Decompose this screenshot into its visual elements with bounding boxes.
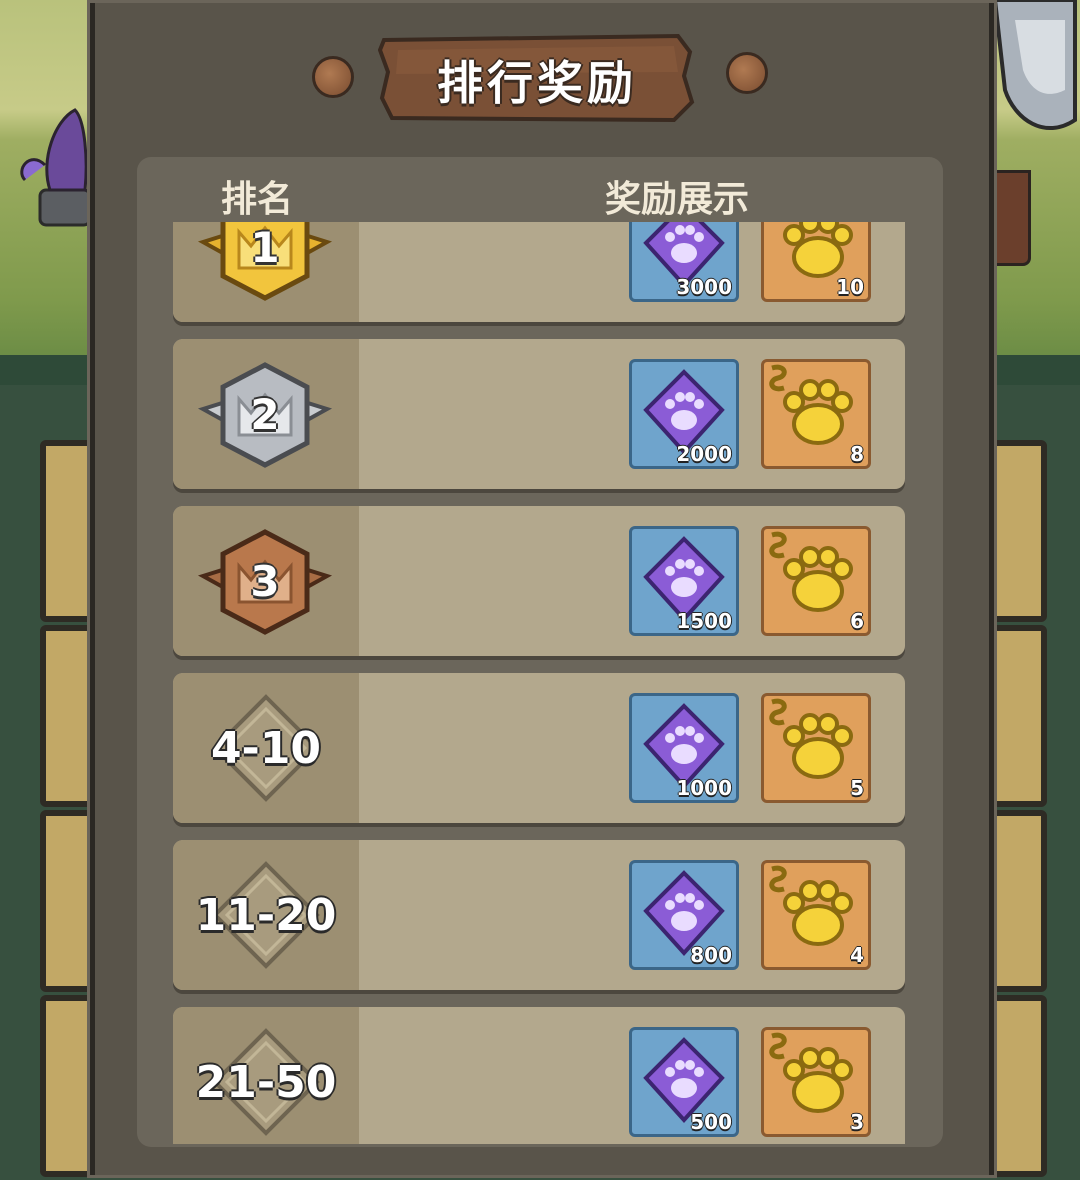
gem-quantity: 3000	[676, 275, 732, 299]
reward-row-rank-4-10: 4-10 1000 5	[173, 673, 905, 823]
gem-reward-item[interactable]: 800	[629, 860, 739, 970]
gem-quantity: 1000	[676, 776, 732, 800]
background-sword-icon	[992, 0, 1077, 131]
reward-row-rank-21-50: 21-50 500 3	[173, 1007, 905, 1144]
paw-quantity: 6	[850, 609, 864, 633]
gem-reward-item[interactable]: 3000	[629, 222, 739, 302]
background-cat-statue-icon	[20, 108, 90, 227]
gem-reward-item[interactable]: 1000	[629, 693, 739, 803]
title-knob-right	[726, 52, 768, 94]
paw-quantity: 3	[850, 1110, 864, 1134]
gem-quantity: 800	[690, 943, 732, 967]
rank-range: 4-10	[210, 722, 322, 774]
list-header: 排名 奖励展示	[137, 170, 943, 220]
gem-quantity: 500	[690, 1110, 732, 1134]
header-rank-label: 排名	[220, 179, 293, 220]
title-knob-left	[312, 56, 354, 98]
reward-row-rank-1: 1 3000 10	[173, 222, 905, 322]
paw-quantity: 10	[836, 275, 864, 299]
rank-number: 3	[250, 556, 280, 606]
paw-reward-item[interactable]: 8	[761, 359, 871, 469]
rank-range: 11-20	[195, 889, 337, 941]
paw-quantity: 8	[850, 442, 864, 466]
gem-quantity: 1500	[676, 609, 732, 633]
gem-reward-item[interactable]: 500	[629, 1027, 739, 1137]
paw-quantity: 5	[850, 776, 864, 800]
header-rewards-label: 奖励展示	[604, 179, 749, 220]
paw-reward-item[interactable]: 6	[761, 526, 871, 636]
paw-reward-item[interactable]: 3	[761, 1027, 871, 1137]
reward-row-rank-3: 3 1500 6	[173, 506, 905, 656]
gem-quantity: 2000	[676, 442, 732, 466]
gem-reward-item[interactable]: 2000	[629, 359, 739, 469]
paw-reward-item[interactable]: 10	[761, 222, 871, 302]
rank-range: 21-50	[195, 1056, 337, 1108]
paw-reward-item[interactable]: 5	[761, 693, 871, 803]
rank-number: 2	[250, 389, 280, 439]
paw-quantity: 4	[850, 943, 864, 967]
rank-number: 1	[250, 222, 280, 272]
reward-list[interactable]: 1 3000 10 2 2000 8 3 1500 6 4-10 1000 5 …	[137, 222, 943, 1144]
paw-reward-item[interactable]: 4	[761, 860, 871, 970]
reward-row-rank-2: 2 2000 8	[173, 339, 905, 489]
dialog-title: 排行奖励	[437, 56, 637, 110]
gem-reward-item[interactable]: 1500	[629, 526, 739, 636]
reward-row-rank-11-20: 11-20 800 4	[173, 840, 905, 990]
